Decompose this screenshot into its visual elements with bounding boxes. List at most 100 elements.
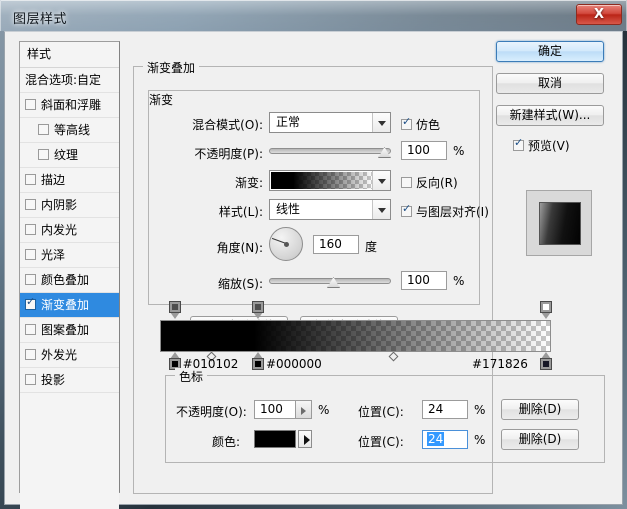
style-row-1[interactable]: 等高线: [20, 118, 119, 143]
checkbox-icon[interactable]: [25, 374, 36, 385]
reverse-label: 反向(R): [416, 176, 458, 190]
opacity-stop-0[interactable]: [168, 301, 181, 320]
angle-unit: 度: [365, 240, 378, 254]
angle-input[interactable]: 160: [313, 235, 359, 254]
stop-position-unit-2: %: [474, 433, 486, 447]
preview-label: 预览(V): [528, 139, 570, 153]
style-row-label: 光泽: [41, 248, 66, 262]
style-row-label: 投影: [41, 373, 66, 387]
style-row-label: 内阴影: [41, 198, 78, 212]
style-row-label: 描边: [41, 173, 66, 187]
chevron-down-icon: [372, 113, 390, 132]
checkbox-icon[interactable]: [25, 99, 36, 110]
gradient-style-select[interactable]: 线性: [269, 199, 391, 220]
checkbox-icon[interactable]: [38, 149, 49, 160]
stop-hex-label-2: #000000: [265, 357, 322, 371]
preview-checkbox[interactable]: 预览(V): [513, 136, 570, 154]
style-row-11[interactable]: 投影: [20, 368, 119, 393]
layer-style-dialog: 图层样式 X 样式 混合选项:自定 斜面和浮雕 等高线 纹理 描边 内阴影 内发光 光泽 颜色…: [0, 0, 627, 509]
checkbox-icon[interactable]: [25, 224, 36, 235]
style-row-label: 外发光: [41, 348, 78, 362]
opacity-stop-2[interactable]: [540, 301, 552, 320]
style-row-9[interactable]: 图案叠加: [20, 318, 119, 343]
checkbox-icon[interactable]: [25, 295, 36, 310]
stop-opacity-input[interactable]: 100: [254, 400, 296, 419]
stop-color-swatch[interactable]: [254, 430, 296, 448]
checkbox-icon[interactable]: [25, 349, 36, 360]
reverse-checkbox[interactable]: 反向(R): [401, 174, 458, 191]
blend-mode-value: 正常: [276, 115, 301, 129]
stop-color-menu-arrow[interactable]: [298, 430, 312, 448]
gradient-overlay-title: 渐变叠加: [143, 59, 200, 76]
style-row-3[interactable]: 描边: [20, 168, 119, 193]
stop-tip-icon: [169, 312, 180, 319]
stop-box-icon: [540, 301, 552, 313]
stop-hex-label-3: #171826: [472, 357, 528, 371]
style-row-label: 颜色叠加: [41, 273, 90, 287]
stop-position-input-1[interactable]: 24: [422, 400, 468, 419]
opacity-unit: %: [453, 144, 465, 158]
dither-label: 仿色: [416, 118, 441, 132]
style-row-2[interactable]: 纹理: [20, 143, 119, 168]
new-style-button[interactable]: 新建样式(W)...: [496, 105, 604, 126]
stop-tip-icon: [252, 312, 263, 319]
cancel-button[interactable]: 取消: [496, 73, 604, 94]
scale-label: 缩放(S):: [217, 277, 263, 291]
stop-opacity-spinner[interactable]: [296, 400, 312, 419]
gradient-section-title: 渐变: [149, 93, 174, 107]
stops-group: 色标 不透明度(O): 100 % 位置(C): 24 % 删除(D) 颜色: …: [165, 368, 605, 463]
styles-list-header: 样式: [20, 42, 119, 68]
delete-stop-button-1[interactable]: 删除(D): [501, 399, 579, 420]
opacity-slider[interactable]: [269, 143, 391, 159]
color-stop-1[interactable]: [251, 352, 264, 371]
blend-mode-select[interactable]: 正常: [269, 112, 391, 133]
angle-label: 角度(N):: [216, 241, 263, 255]
blending-options-row[interactable]: 混合选项:自定: [20, 68, 119, 93]
close-button[interactable]: X: [576, 4, 622, 25]
stop-position-unit-1: %: [474, 403, 486, 417]
gradient-preview-swatch: [271, 172, 373, 189]
style-row-label: 斜面和浮雕: [41, 98, 102, 112]
checkbox-icon: [513, 136, 524, 151]
style-row-10[interactable]: 外发光: [20, 343, 119, 368]
style-row-4[interactable]: 内阴影: [20, 193, 119, 218]
dither-checkbox[interactable]: 仿色: [401, 115, 441, 133]
style-row-label: 等高线: [54, 123, 91, 137]
style-row-8[interactable]: 渐变叠加: [20, 293, 119, 318]
stop-position-input-2[interactable]: 24: [422, 430, 468, 449]
checkbox-icon[interactable]: [38, 124, 49, 135]
checkbox-icon[interactable]: [25, 174, 36, 185]
gradient-preset-select[interactable]: [269, 170, 391, 191]
style-row-7[interactable]: 颜色叠加: [20, 268, 119, 293]
scale-unit: %: [453, 274, 465, 288]
checkbox-icon[interactable]: [25, 274, 36, 285]
opacity-input[interactable]: 100: [401, 141, 447, 160]
align-with-layer-checkbox[interactable]: 与图层对齐(I): [401, 202, 489, 220]
checkbox-icon[interactable]: [25, 324, 36, 335]
color-stop-2[interactable]: [540, 352, 552, 371]
gradient-bar[interactable]: [160, 320, 551, 352]
styles-list-empty-area: [20, 393, 119, 509]
style-row-label: 纹理: [54, 148, 79, 162]
stop-opacity-label: 不透明度(O):: [176, 405, 247, 419]
scale-input[interactable]: 100: [401, 271, 447, 290]
stop-box-icon: [168, 301, 181, 313]
stop-color-label: 颜色:: [212, 435, 241, 449]
stop-box-icon: [540, 358, 552, 370]
style-row-5[interactable]: 内发光: [20, 218, 119, 243]
align-label: 与图层对齐(I): [416, 205, 489, 219]
ok-button[interactable]: 确定: [496, 41, 604, 62]
delete-stop-button-2[interactable]: 删除(D): [501, 429, 579, 450]
style-row-label: 内发光: [41, 223, 78, 237]
close-icon: X: [593, 7, 605, 22]
style-row-6[interactable]: 光泽: [20, 243, 119, 268]
styles-rows: 斜面和浮雕等高线纹理描边内阴影内发光光泽颜色叠加渐变叠加图案叠加外发光投影: [20, 93, 119, 393]
checkbox-icon[interactable]: [25, 199, 36, 210]
scale-slider[interactable]: [269, 273, 391, 289]
opacity-stop-1[interactable]: [251, 301, 264, 320]
angle-dial[interactable]: [269, 227, 303, 261]
style-row-label: 图案叠加: [41, 323, 90, 337]
stop-opacity-unit: %: [318, 403, 330, 417]
checkbox-icon[interactable]: [25, 249, 36, 260]
style-row-0[interactable]: 斜面和浮雕: [20, 93, 119, 118]
